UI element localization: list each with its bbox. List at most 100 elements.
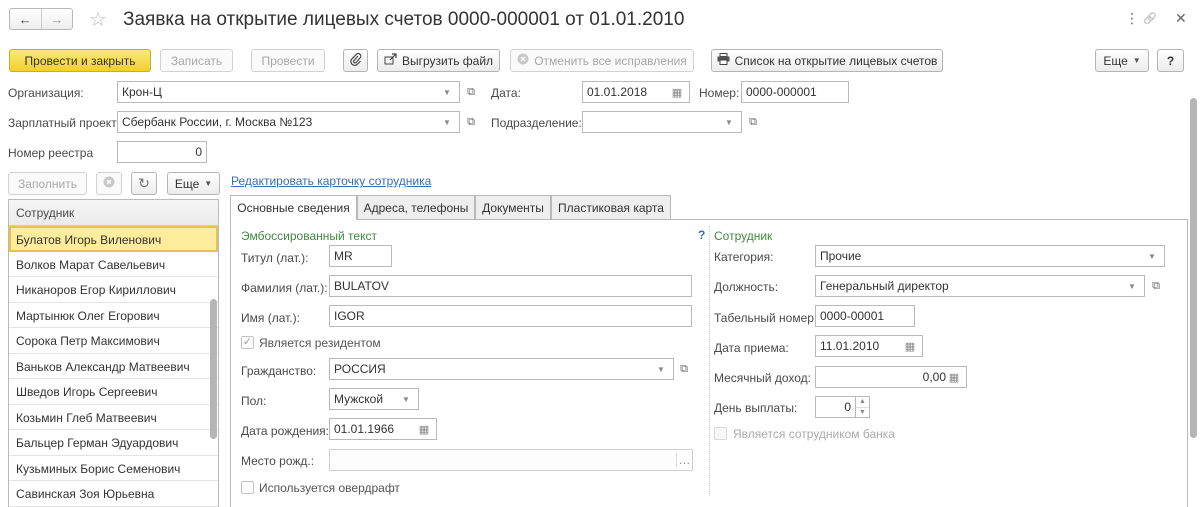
- calendar-icon[interactable]: ▦: [416, 423, 432, 436]
- cancel-corrections-label: Отменить все исправления: [534, 53, 687, 68]
- post-button[interactable]: Провести: [251, 49, 325, 72]
- tab-main-info[interactable]: Основные сведения: [230, 195, 357, 220]
- tab-plastic-card[interactable]: Пластиковая карта: [551, 195, 671, 219]
- stepper-down-icon[interactable]: ▼: [856, 407, 869, 418]
- refresh-button[interactable]: ↻: [131, 172, 157, 195]
- post-label: Провести: [261, 53, 315, 68]
- list-item[interactable]: Булатов Игорь Виленович: [9, 226, 218, 252]
- chevron-down-icon[interactable]: ▼: [721, 118, 737, 127]
- date-field[interactable]: 01.01.2018 ▦: [582, 81, 690, 103]
- tab-documents[interactable]: Документы: [475, 195, 551, 219]
- cancel-icon-button[interactable]: [96, 172, 122, 195]
- payday-stepper[interactable]: ▲ ▼: [856, 396, 870, 418]
- chevron-down-icon[interactable]: ▼: [439, 88, 455, 97]
- print-list-button[interactable]: Список на открытие лицевых счетов: [711, 49, 943, 72]
- position-field[interactable]: Генеральный директор ▼: [815, 275, 1145, 297]
- employee-list: Сотрудник Булатов Игорь Виленович Волков…: [8, 199, 219, 507]
- project-field[interactable]: Сбербанк России, г. Москва №123 ▼: [117, 111, 460, 133]
- chevron-down-icon[interactable]: ▼: [439, 118, 455, 127]
- calendar-icon[interactable]: ▦: [902, 340, 918, 353]
- list-scrollbar[interactable]: [210, 227, 217, 507]
- resident-label: Является резидентом: [259, 336, 381, 350]
- menu-dots-icon[interactable]: ⋮: [1125, 10, 1139, 27]
- stepper-up-icon[interactable]: ▲: [856, 397, 869, 407]
- birthplace-field[interactable]: …: [329, 449, 693, 471]
- open-project-icon[interactable]: ⧉: [462, 111, 480, 133]
- resident-checkbox[interactable]: ✓: [241, 336, 254, 349]
- project-value: Сбербанк России, г. Москва №123: [122, 115, 313, 129]
- payday-field[interactable]: 0: [815, 396, 856, 418]
- title-lat-field[interactable]: MR: [329, 245, 392, 267]
- export-icon: [384, 53, 397, 68]
- favorite-star-icon[interactable]: ☆: [89, 7, 107, 32]
- income-field[interactable]: 0,00 ▦: [815, 366, 967, 388]
- help-icon[interactable]: ?: [698, 228, 705, 242]
- overdraft-checkbox[interactable]: [241, 481, 254, 494]
- chevron-down-icon[interactable]: ▼: [1124, 282, 1140, 291]
- select-ellipsis-icon[interactable]: …: [676, 453, 692, 467]
- save-button[interactable]: Записать: [160, 49, 233, 72]
- tab-number-field[interactable]: 0000-00001: [815, 305, 915, 327]
- embossed-section-title: Эмбоссированный текст: [241, 229, 377, 243]
- chevron-down-icon[interactable]: ▼: [398, 395, 414, 404]
- forward-button[interactable]: →: [40, 9, 73, 29]
- export-file-button[interactable]: Выгрузить файл: [377, 49, 500, 72]
- list-item[interactable]: Козьмин Глеб Матвеевич: [9, 405, 218, 430]
- list-item[interactable]: Бальцер Герман Эдуардович: [9, 430, 218, 456]
- main-scrollbar[interactable]: [1190, 98, 1197, 438]
- list-more-button[interactable]: Еще ▼: [167, 172, 220, 195]
- help-button[interactable]: ?: [1157, 49, 1184, 72]
- close-icon[interactable]: ✕: [1175, 10, 1187, 27]
- list-scrollbar-thumb[interactable]: [210, 299, 217, 439]
- list-item[interactable]: Ваньков Александр Матвеевич: [9, 354, 218, 379]
- tab-addresses[interactable]: Адреса, телефоны: [357, 195, 475, 219]
- post-and-close-button[interactable]: Провести и закрыть: [9, 49, 151, 72]
- calculator-icon[interactable]: ▦: [946, 371, 962, 384]
- calendar-icon[interactable]: ▦: [669, 86, 685, 99]
- open-citizenship-icon[interactable]: ⧉: [675, 358, 693, 380]
- registry-label: Номер реестра: [8, 146, 94, 160]
- registry-field[interactable]: 0: [117, 141, 207, 163]
- open-dept-icon[interactable]: ⧉: [744, 111, 762, 133]
- hire-date-field[interactable]: 11.01.2010 ▦: [815, 335, 923, 357]
- birthplace-label: Место рожд.:: [241, 454, 315, 468]
- list-item[interactable]: Волков Марат Савельевич: [9, 252, 218, 277]
- gender-field[interactable]: Мужской ▼: [329, 388, 419, 410]
- more-button[interactable]: Еще ▼: [1095, 49, 1149, 72]
- open-org-icon[interactable]: ⧉: [462, 81, 480, 103]
- dept-field[interactable]: ▼: [582, 111, 742, 133]
- list-item[interactable]: Никаноров Егор Кириллович: [9, 277, 218, 303]
- title-lat-value: MR: [334, 249, 353, 263]
- list-item[interactable]: Мартынюк Олег Егорович: [9, 303, 218, 328]
- chevron-down-icon[interactable]: ▼: [653, 365, 669, 374]
- employee-column-header[interactable]: Сотрудник: [9, 200, 218, 226]
- chevron-down-icon[interactable]: ▼: [1144, 252, 1160, 261]
- org-field[interactable]: Крон-Ц ▼: [117, 81, 460, 103]
- category-label: Категория:: [714, 250, 774, 264]
- cancel-corrections-button[interactable]: Отменить все исправления: [510, 49, 694, 72]
- link-icon[interactable]: 🔗: [1143, 12, 1157, 25]
- firstname-lat-field[interactable]: IGOR: [329, 305, 692, 327]
- lastname-lat-field[interactable]: BULATOV: [329, 275, 692, 297]
- bank-employee-checkbox[interactable]: [714, 427, 727, 440]
- citizenship-field[interactable]: РОССИЯ ▼: [329, 358, 674, 380]
- birthdate-field[interactable]: 01.01.1966 ▦: [329, 418, 437, 440]
- paperclip-icon: [349, 52, 362, 69]
- back-button[interactable]: ←: [10, 9, 41, 29]
- date-value: 01.01.2018: [587, 85, 648, 99]
- number-field[interactable]: 0000-000001: [741, 81, 849, 103]
- firstname-lat-value: IGOR: [334, 309, 365, 323]
- list-item[interactable]: Сорока Петр Максимович: [9, 328, 218, 354]
- help-label: ?: [1166, 53, 1175, 68]
- edit-card-link[interactable]: Редактировать карточку сотрудника: [231, 174, 431, 188]
- list-item[interactable]: Кузьминых Борис Семенович: [9, 456, 218, 481]
- refresh-icon: ↻: [138, 175, 150, 191]
- attach-button[interactable]: [343, 49, 368, 72]
- fill-button[interactable]: Заполнить: [8, 172, 87, 195]
- list-item[interactable]: Шведов Игорь Сергеевич: [9, 379, 218, 405]
- list-item[interactable]: Савинская Зоя Юрьевна: [9, 481, 218, 507]
- open-position-icon[interactable]: ⧉: [1147, 275, 1165, 297]
- org-value: Крон-Ц: [122, 85, 162, 99]
- dept-label: Подразделение:: [491, 116, 582, 130]
- category-field[interactable]: Прочие ▼: [815, 245, 1165, 267]
